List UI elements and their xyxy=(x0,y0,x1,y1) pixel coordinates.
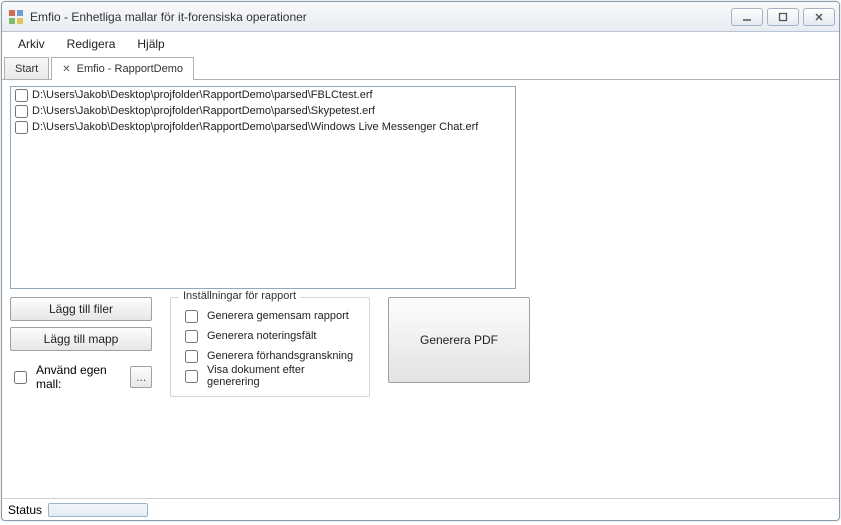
file-path: D:\Users\Jakob\Desktop\projfolder\Rappor… xyxy=(32,105,375,117)
list-item[interactable]: D:\Users\Jakob\Desktop\projfolder\Rappor… xyxy=(11,87,515,103)
add-folder-button[interactable]: Lägg till mapp xyxy=(10,327,152,351)
file-checkbox[interactable] xyxy=(15,105,28,118)
option-label: Generera gemensam rapport xyxy=(207,310,349,322)
generate-pdf-label: Generera PDF xyxy=(420,333,498,347)
tab-content: D:\Users\Jakob\Desktop\projfolder\Rappor… xyxy=(2,80,839,498)
menubar: Arkiv Redigera Hjälp xyxy=(2,32,839,56)
tab-label: Emfio - RapportDemo xyxy=(77,63,183,75)
maximize-button[interactable] xyxy=(767,8,799,26)
option-checkbox[interactable] xyxy=(185,370,198,383)
browse-template-button[interactable]: ... xyxy=(130,366,152,388)
option-label: Generera förhandsgranskning xyxy=(207,350,353,362)
report-settings-group: Inställningar för rapport Generera gemen… xyxy=(170,297,370,397)
use-own-template-label: Använd egen mall: xyxy=(36,363,124,391)
controls-row: Lägg till filer Lägg till mapp Använd eg… xyxy=(10,297,831,397)
use-own-template-checkbox[interactable] xyxy=(14,371,27,384)
option-checkbox[interactable] xyxy=(185,350,198,363)
status-bar: Status xyxy=(2,498,839,520)
list-item[interactable]: D:\Users\Jakob\Desktop\projfolder\Rappor… xyxy=(11,119,515,135)
tabstrip: Start ✕ Emfio - RapportDemo xyxy=(2,56,839,80)
file-list[interactable]: D:\Users\Jakob\Desktop\projfolder\Rappor… xyxy=(10,86,516,289)
file-checkbox[interactable] xyxy=(15,121,28,134)
option-common-report: Generera gemensam rapport xyxy=(181,306,359,326)
tab-rapportdemo[interactable]: ✕ Emfio - RapportDemo xyxy=(51,57,194,80)
tab-start[interactable]: Start xyxy=(4,57,49,79)
file-checkbox[interactable] xyxy=(15,89,28,102)
group-legend: Inställningar för rapport xyxy=(179,290,300,302)
tab-label: Start xyxy=(15,63,38,75)
menu-redigera[interactable]: Redigera xyxy=(57,34,126,54)
own-template-row: Använd egen mall: ... xyxy=(10,363,152,391)
main-window: Emfio - Enhetliga mallar för it-forensis… xyxy=(1,1,840,521)
option-label: Generera noteringsfält xyxy=(207,330,316,342)
close-icon[interactable]: ✕ xyxy=(62,64,70,75)
file-path: D:\Users\Jakob\Desktop\projfolder\Rappor… xyxy=(32,121,478,133)
option-label: Visa dokument efter generering xyxy=(207,364,359,388)
left-button-column: Lägg till filer Lägg till mapp Använd eg… xyxy=(10,297,152,391)
option-notes-field: Generera noteringsfält xyxy=(181,326,359,346)
list-item[interactable]: D:\Users\Jakob\Desktop\projfolder\Rappor… xyxy=(11,103,515,119)
window-buttons xyxy=(731,8,835,26)
add-files-button[interactable]: Lägg till filer xyxy=(10,297,152,321)
status-label: Status xyxy=(8,503,42,517)
menu-hjalp[interactable]: Hjälp xyxy=(127,34,174,54)
spacer xyxy=(10,397,831,494)
close-button[interactable] xyxy=(803,8,835,26)
option-preview: Generera förhandsgranskning xyxy=(181,346,359,366)
option-checkbox[interactable] xyxy=(185,310,198,323)
titlebar: Emfio - Enhetliga mallar för it-forensis… xyxy=(2,2,839,32)
menu-arkiv[interactable]: Arkiv xyxy=(8,34,55,54)
option-checkbox[interactable] xyxy=(185,330,198,343)
file-path: D:\Users\Jakob\Desktop\projfolder\Rappor… xyxy=(32,89,373,101)
window-title: Emfio - Enhetliga mallar för it-forensis… xyxy=(30,10,731,24)
generate-pdf-button[interactable]: Generera PDF xyxy=(388,297,530,383)
app-icon xyxy=(8,9,24,25)
progress-bar xyxy=(48,503,148,517)
option-open-after: Visa dokument efter generering xyxy=(181,366,359,386)
minimize-button[interactable] xyxy=(731,8,763,26)
